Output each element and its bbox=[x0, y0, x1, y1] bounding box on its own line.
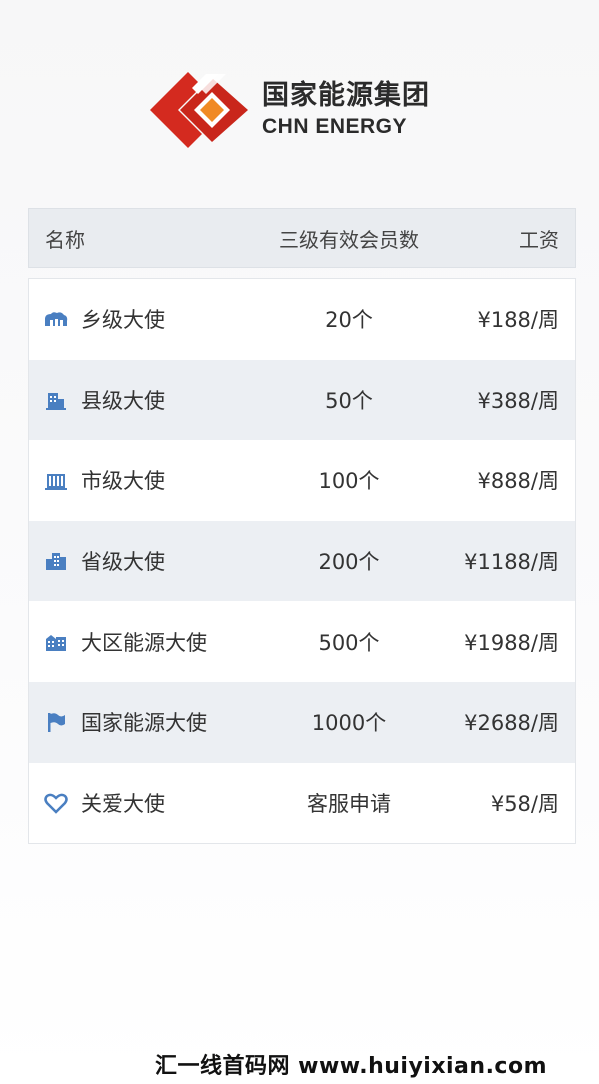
row-count: 1000个 bbox=[311, 711, 387, 736]
region-buildings-icon bbox=[43, 631, 69, 653]
row-name: 国家能源大使 bbox=[81, 711, 207, 736]
table-row: 大区能源大使 500个 ¥1988/周 bbox=[29, 601, 575, 682]
brand-name-en: CHN ENERGY bbox=[262, 115, 408, 138]
table-row: 市级大使 100个 ¥888/周 bbox=[29, 440, 575, 521]
table-header: 名称 三级有效会员数 工资 bbox=[28, 208, 576, 268]
table-row: 国家能源大使 1000个 ¥2688/周 bbox=[29, 681, 575, 763]
province-buildings-icon bbox=[43, 550, 69, 572]
row-count: 200个 bbox=[318, 550, 380, 575]
row-count: 500个 bbox=[318, 630, 380, 655]
county-building-icon bbox=[43, 389, 69, 411]
chn-energy-logo: 国家能源集团 CHN ENERGY bbox=[150, 70, 470, 150]
header-name: 名称 bbox=[45, 227, 85, 252]
row-name: 关爱大使 bbox=[81, 791, 165, 816]
row-count: 50个 bbox=[325, 388, 373, 413]
site-watermark: 汇一线首码网 www.huiyixian.com bbox=[155, 1054, 548, 1079]
table-row: 省级大使 200个 ¥1188/周 bbox=[29, 520, 575, 602]
row-pay: ¥2688/周 bbox=[464, 711, 559, 736]
row-pay: ¥1188/周 bbox=[464, 550, 559, 575]
row-pay: ¥888/周 bbox=[477, 469, 559, 494]
ambassador-table: 乡级大使 20个 ¥188/周 县级大使 50个 ¥388/周 市级大使 100… bbox=[28, 278, 576, 845]
row-pay: ¥58/周 bbox=[490, 791, 559, 816]
row-name: 市级大使 bbox=[81, 469, 165, 494]
city-building-icon bbox=[43, 469, 69, 491]
row-count: 20个 bbox=[325, 308, 373, 333]
flag-icon bbox=[43, 711, 69, 733]
row-name: 乡级大使 bbox=[81, 308, 165, 333]
header-count: 三级有效会员数 bbox=[279, 227, 419, 252]
chn-energy-logo-mark-icon bbox=[150, 72, 248, 148]
town-icon bbox=[43, 308, 69, 330]
row-pay: ¥388/周 bbox=[477, 388, 559, 413]
table-row: 乡级大使 20个 ¥188/周 bbox=[29, 279, 575, 360]
row-name: 县级大使 bbox=[81, 388, 165, 413]
table-row: 关爱大使 客服申请 ¥58/周 bbox=[29, 763, 575, 844]
row-pay: ¥1988/周 bbox=[464, 630, 559, 655]
row-count: 100个 bbox=[318, 469, 380, 494]
row-count: 客服申请 bbox=[307, 791, 391, 816]
row-name: 省级大使 bbox=[81, 550, 165, 575]
row-pay: ¥188/周 bbox=[477, 308, 559, 333]
heart-icon bbox=[43, 792, 69, 814]
header-pay: 工资 bbox=[519, 227, 559, 252]
brand-name-cn: 国家能源集团 bbox=[262, 80, 430, 111]
row-name: 大区能源大使 bbox=[81, 630, 207, 655]
table-row: 县级大使 50个 ¥388/周 bbox=[29, 359, 575, 441]
